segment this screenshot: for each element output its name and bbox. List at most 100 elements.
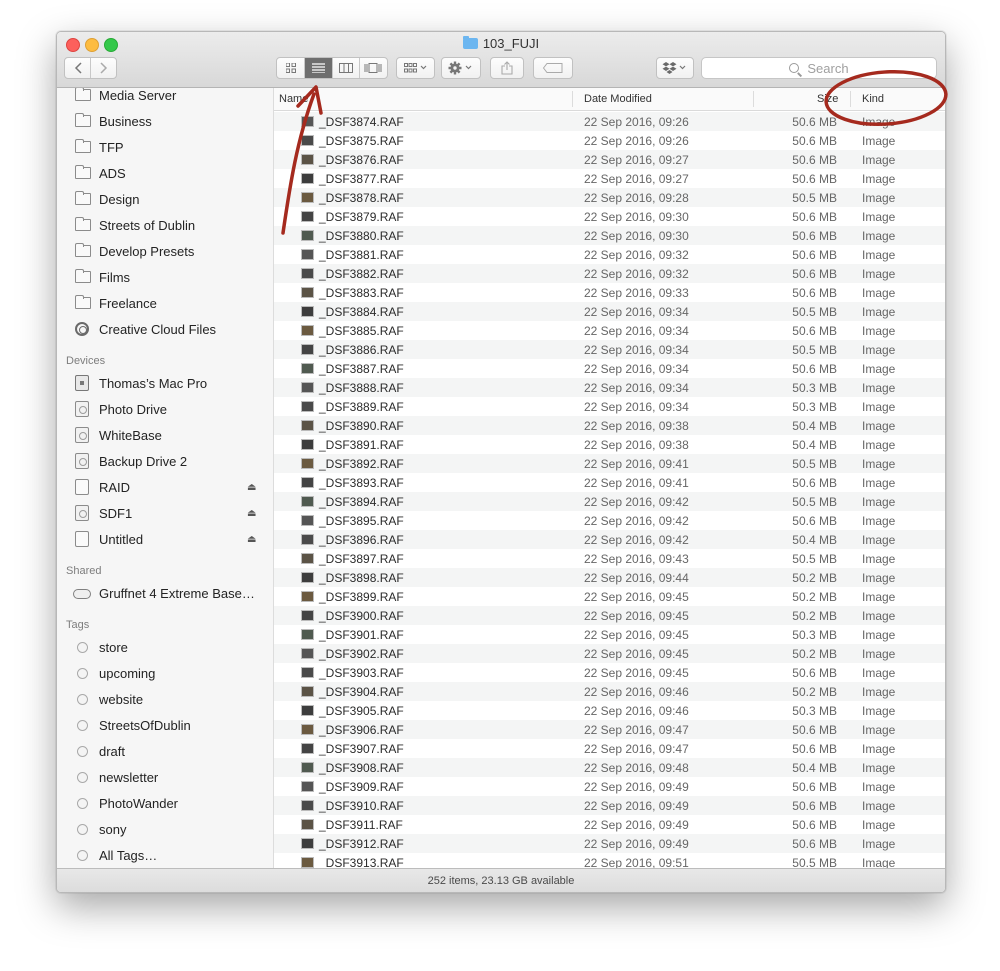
file-row[interactable]: _DSF3883.RAF 22 Sep 2016, 09:33 50.6 MB Ima… xyxy=(274,283,945,302)
sidebar-item[interactable]: PhotoWander xyxy=(57,791,273,817)
file-row[interactable]: _DSF3912.RAF 22 Sep 2016, 09:49 50.6 MB Ima… xyxy=(274,834,945,853)
file-row[interactable]: _DSF3889.RAF 22 Sep 2016, 09:34 50.3 MB Ima… xyxy=(274,397,945,416)
action-button[interactable] xyxy=(441,57,481,79)
file-row[interactable]: _DSF3887.RAF 22 Sep 2016, 09:34 50.6 MB Ima… xyxy=(274,359,945,378)
sidebar-item[interactable]: RAID ⏏ xyxy=(57,475,273,501)
sidebar-item[interactable]: store xyxy=(57,635,273,661)
file-row[interactable]: _DSF3907.RAF 22 Sep 2016, 09:47 50.6 MB Ima… xyxy=(274,739,945,758)
column-kind[interactable]: Kind xyxy=(862,93,884,105)
back-button[interactable] xyxy=(65,58,91,78)
file-row[interactable]: _DSF3878.RAF 22 Sep 2016, 09:28 50.5 MB Ima… xyxy=(274,188,945,207)
image-thumbnail-icon xyxy=(301,344,314,355)
file-row[interactable]: _DSF3910.RAF 22 Sep 2016, 09:49 50.6 MB Ima… xyxy=(274,796,945,815)
share-button[interactable] xyxy=(490,57,524,79)
edit-tags-button[interactable] xyxy=(533,57,573,79)
file-size: 50.4 MB xyxy=(792,533,837,547)
sidebar-item[interactable]: WhiteBase xyxy=(57,423,273,449)
file-row[interactable]: _DSF3875.RAF 22 Sep 2016, 09:26 50.6 MB Ima… xyxy=(274,131,945,150)
file-row[interactable]: _DSF3874.RAF 22 Sep 2016, 09:26 50.6 MB Ima… xyxy=(274,112,945,131)
server-icon xyxy=(75,88,91,101)
sidebar-item-label: Films xyxy=(99,270,131,285)
file-row[interactable]: _DSF3886.RAF 22 Sep 2016, 09:34 50.5 MB Ima… xyxy=(274,340,945,359)
file-row[interactable]: _DSF3892.RAF 22 Sep 2016, 09:41 50.5 MB Ima… xyxy=(274,454,945,473)
file-row[interactable]: _DSF3882.RAF 22 Sep 2016, 09:32 50.6 MB Ima… xyxy=(274,264,945,283)
sidebar-item[interactable]: Untitled ⏏ xyxy=(57,527,273,553)
sidebar-item[interactable]: draft xyxy=(57,739,273,765)
file-row[interactable]: _DSF3911.RAF 22 Sep 2016, 09:49 50.6 MB Ima… xyxy=(274,815,945,834)
sidebar-item[interactable]: Develop Presets xyxy=(57,239,273,265)
file-row[interactable]: _DSF3879.RAF 22 Sep 2016, 09:30 50.6 MB Ima… xyxy=(274,207,945,226)
file-row[interactable]: _DSF3897.RAF 22 Sep 2016, 09:43 50.5 MB Ima… xyxy=(274,549,945,568)
file-row[interactable]: _DSF3888.RAF 22 Sep 2016, 09:34 50.3 MB Ima… xyxy=(274,378,945,397)
sidebar-item[interactable]: website xyxy=(57,687,273,713)
eject-icon[interactable]: ⏏ xyxy=(247,508,256,519)
sidebar-item[interactable]: Creative Cloud Files xyxy=(57,317,273,343)
sidebar-item[interactable]: sony xyxy=(57,817,273,843)
file-row[interactable]: _DSF3900.RAF 22 Sep 2016, 09:45 50.2 MB Ima… xyxy=(274,606,945,625)
file-row[interactable]: _DSF3877.RAF 22 Sep 2016, 09:27 50.6 MB Ima… xyxy=(274,169,945,188)
chevron-right-icon xyxy=(99,62,107,74)
file-row[interactable]: _DSF3898.RAF 22 Sep 2016, 09:44 50.2 MB Ima… xyxy=(274,568,945,587)
search-field[interactable]: Search xyxy=(701,57,937,79)
file-row[interactable]: _DSF3891.RAF 22 Sep 2016, 09:38 50.4 MB Ima… xyxy=(274,435,945,454)
file-row[interactable]: _DSF3876.RAF 22 Sep 2016, 09:27 50.6 MB Ima… xyxy=(274,150,945,169)
file-row[interactable]: _DSF3906.RAF 22 Sep 2016, 09:47 50.6 MB Ima… xyxy=(274,720,945,739)
file-row[interactable]: _DSF3909.RAF 22 Sep 2016, 09:49 50.6 MB Ima… xyxy=(274,777,945,796)
file-row[interactable]: _DSF3884.RAF 22 Sep 2016, 09:34 50.5 MB Ima… xyxy=(274,302,945,321)
sidebar-item[interactable]: Thomas’s Mac Pro xyxy=(57,371,273,397)
file-size: 50.5 MB xyxy=(792,856,837,868)
sidebar-item[interactable]: Media Server xyxy=(57,88,273,109)
file-row[interactable]: _DSF3896.RAF 22 Sep 2016, 09:42 50.4 MB Ima… xyxy=(274,530,945,549)
file-size: 50.6 MB xyxy=(792,267,837,281)
column-date-modified[interactable]: Date Modified xyxy=(584,93,652,105)
file-kind: Image xyxy=(862,856,896,868)
sidebar-item[interactable]: SDF1 ⏏ xyxy=(57,501,273,527)
file-row[interactable]: _DSF3903.RAF 22 Sep 2016, 09:45 50.6 MB Ima… xyxy=(274,663,945,682)
sidebar-item[interactable]: ADS xyxy=(57,161,273,187)
file-row[interactable]: _DSF3890.RAF 22 Sep 2016, 09:38 50.4 MB Ima… xyxy=(274,416,945,435)
sidebar-item[interactable]: Photo Drive xyxy=(57,397,273,423)
eject-icon[interactable]: ⏏ xyxy=(247,534,256,545)
file-date: 22 Sep 2016, 09:48 xyxy=(584,761,689,775)
file-row[interactable]: _DSF3902.RAF 22 Sep 2016, 09:45 50.2 MB Ima… xyxy=(274,644,945,663)
eject-icon[interactable]: ⏏ xyxy=(247,482,256,493)
column-name[interactable]: Name xyxy=(279,93,308,105)
file-row[interactable]: _DSF3913.RAF 22 Sep 2016, 09:51 50.5 MB Ima… xyxy=(274,853,945,868)
file-row[interactable]: _DSF3880.RAF 22 Sep 2016, 09:30 50.6 MB Ima… xyxy=(274,226,945,245)
file-row[interactable]: _DSF3893.RAF 22 Sep 2016, 09:41 50.6 MB Ima… xyxy=(274,473,945,492)
file-row[interactable]: _DSF3908.RAF 22 Sep 2016, 09:48 50.4 MB Ima… xyxy=(274,758,945,777)
sidebar-item[interactable]: Design xyxy=(57,187,273,213)
sidebar-item[interactable]: Freelance xyxy=(57,291,273,317)
file-row[interactable]: _DSF3885.RAF 22 Sep 2016, 09:34 50.6 MB Ima… xyxy=(274,321,945,340)
column-view-button[interactable] xyxy=(333,58,360,78)
dropbox-button[interactable] xyxy=(656,57,694,79)
icon-view-button[interactable] xyxy=(277,58,306,78)
file-row[interactable]: _DSF3894.RAF 22 Sep 2016, 09:42 50.5 MB Ima… xyxy=(274,492,945,511)
list-view-button[interactable] xyxy=(305,58,333,78)
sidebar-item[interactable]: upcoming xyxy=(57,661,273,687)
sidebar-item[interactable]: Backup Drive 2 xyxy=(57,449,273,475)
image-thumbnail-icon xyxy=(301,591,314,602)
sidebar-item[interactable]: Films xyxy=(57,265,273,291)
sidebar-item[interactable]: Business xyxy=(57,109,273,135)
sidebar-item[interactable]: Gruffnet 4 Extreme Base… xyxy=(57,581,273,607)
sidebar-item-label: Creative Cloud Files xyxy=(99,322,217,337)
file-row[interactable]: _DSF3905.RAF 22 Sep 2016, 09:46 50.3 MB Ima… xyxy=(274,701,945,720)
file-row[interactable]: _DSF3904.RAF 22 Sep 2016, 09:46 50.2 MB Ima… xyxy=(274,682,945,701)
coverflow-view-button[interactable] xyxy=(360,58,387,78)
sidebar-item[interactable]: newsletter xyxy=(57,765,273,791)
column-divider[interactable] xyxy=(572,91,573,107)
sidebar-item[interactable]: Streets of Dublin xyxy=(57,213,273,239)
arrange-button[interactable] xyxy=(396,57,435,79)
column-size[interactable]: Size xyxy=(817,93,838,105)
file-row[interactable]: _DSF3901.RAF 22 Sep 2016, 09:45 50.3 MB Ima… xyxy=(274,625,945,644)
column-divider[interactable] xyxy=(753,91,754,107)
sidebar-item[interactable]: StreetsOfDublin xyxy=(57,713,273,739)
forward-button[interactable] xyxy=(91,58,116,78)
file-row[interactable]: _DSF3895.RAF 22 Sep 2016, 09:42 50.6 MB Ima… xyxy=(274,511,945,530)
file-row[interactable]: _DSF3899.RAF 22 Sep 2016, 09:45 50.2 MB Ima… xyxy=(274,587,945,606)
sidebar-item[interactable]: All Tags… xyxy=(57,843,273,868)
column-divider[interactable] xyxy=(850,91,851,107)
sidebar-item[interactable]: TFP xyxy=(57,135,273,161)
file-row[interactable]: _DSF3881.RAF 22 Sep 2016, 09:32 50.6 MB Ima… xyxy=(274,245,945,264)
